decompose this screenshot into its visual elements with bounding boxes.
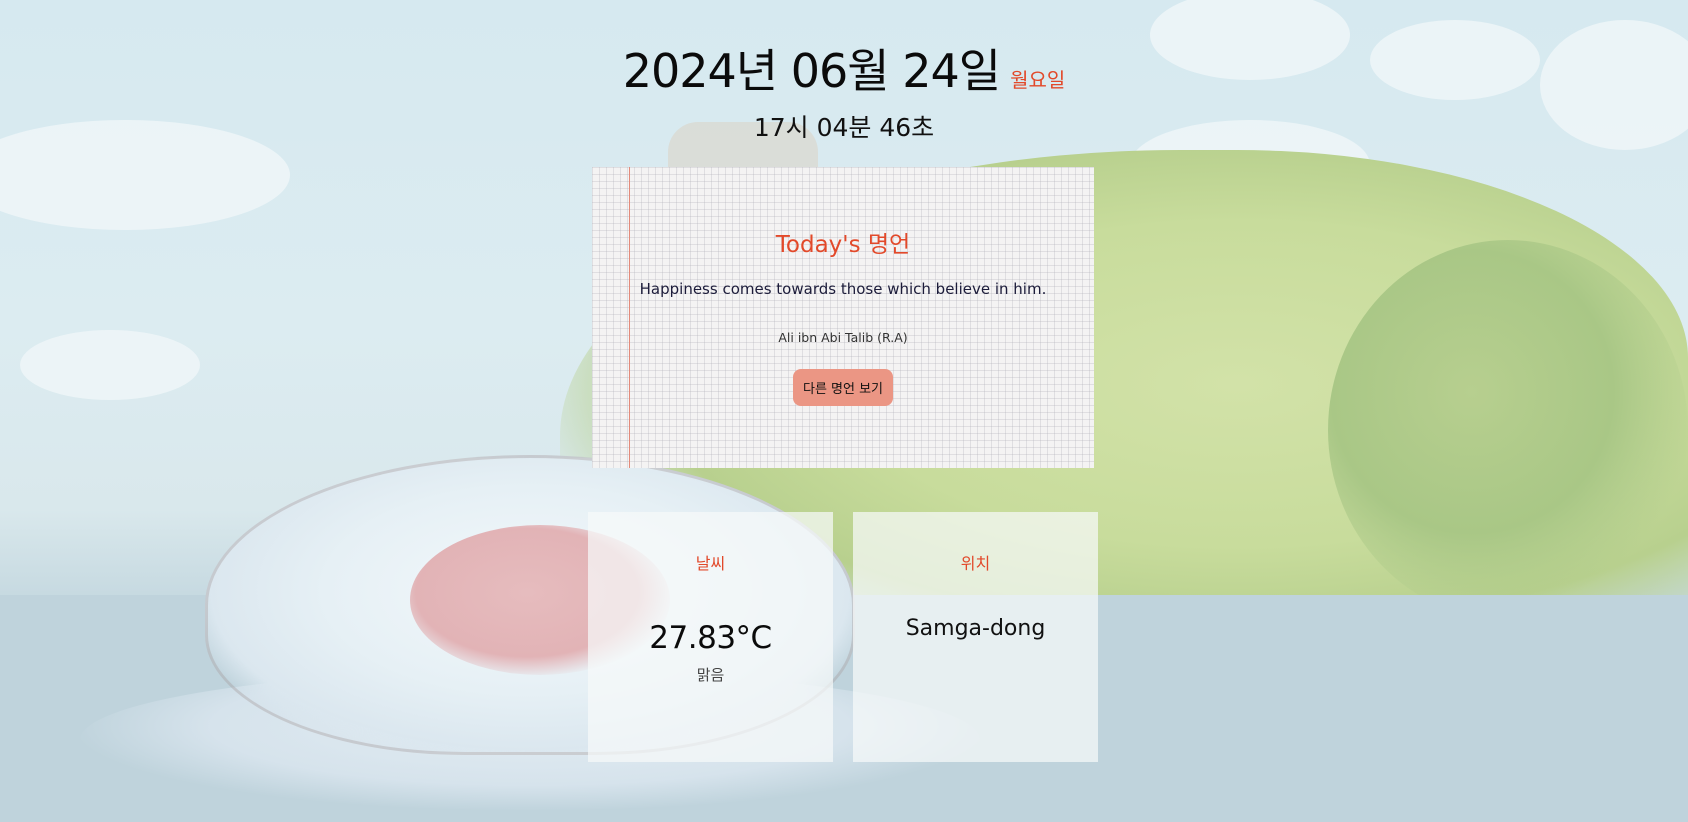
location-label: 위치 <box>960 554 991 573</box>
time-text: 17시 04분 46초 <box>753 113 935 142</box>
cloud <box>20 330 200 400</box>
weather-card: 날씨 27.83°C 맑음 <box>588 512 833 762</box>
weather-label: 날씨 <box>695 554 726 573</box>
temperature-value: 27.83°C <box>649 620 772 656</box>
date-row: 2024년 06월 24일 월요일 <box>0 40 1688 111</box>
notebook-margin-line <box>629 167 630 468</box>
quote-text: Happiness comes towards those which beli… <box>639 280 1047 298</box>
weather-condition: 맑음 <box>696 666 725 684</box>
quote-author: Ali ibn Abi Talib (R.A) <box>778 330 908 345</box>
bushes <box>1328 240 1688 620</box>
quote-card: Today's 명언 Happiness comes towards those… <box>592 167 1094 468</box>
location-place: Samga-dong <box>905 616 1046 641</box>
next-quote-button[interactable]: 다른 명언 보기 <box>793 369 893 406</box>
clock-header: 2024년 06월 24일 월요일 17시 04분 46초 <box>0 40 1688 145</box>
location-card: 위치 Samga-dong <box>853 512 1098 762</box>
weekday-text: 월요일 <box>1010 68 1066 92</box>
quote-title: Today's 명언 <box>775 232 911 258</box>
date-text: 2024년 06월 24일 <box>622 44 1001 98</box>
